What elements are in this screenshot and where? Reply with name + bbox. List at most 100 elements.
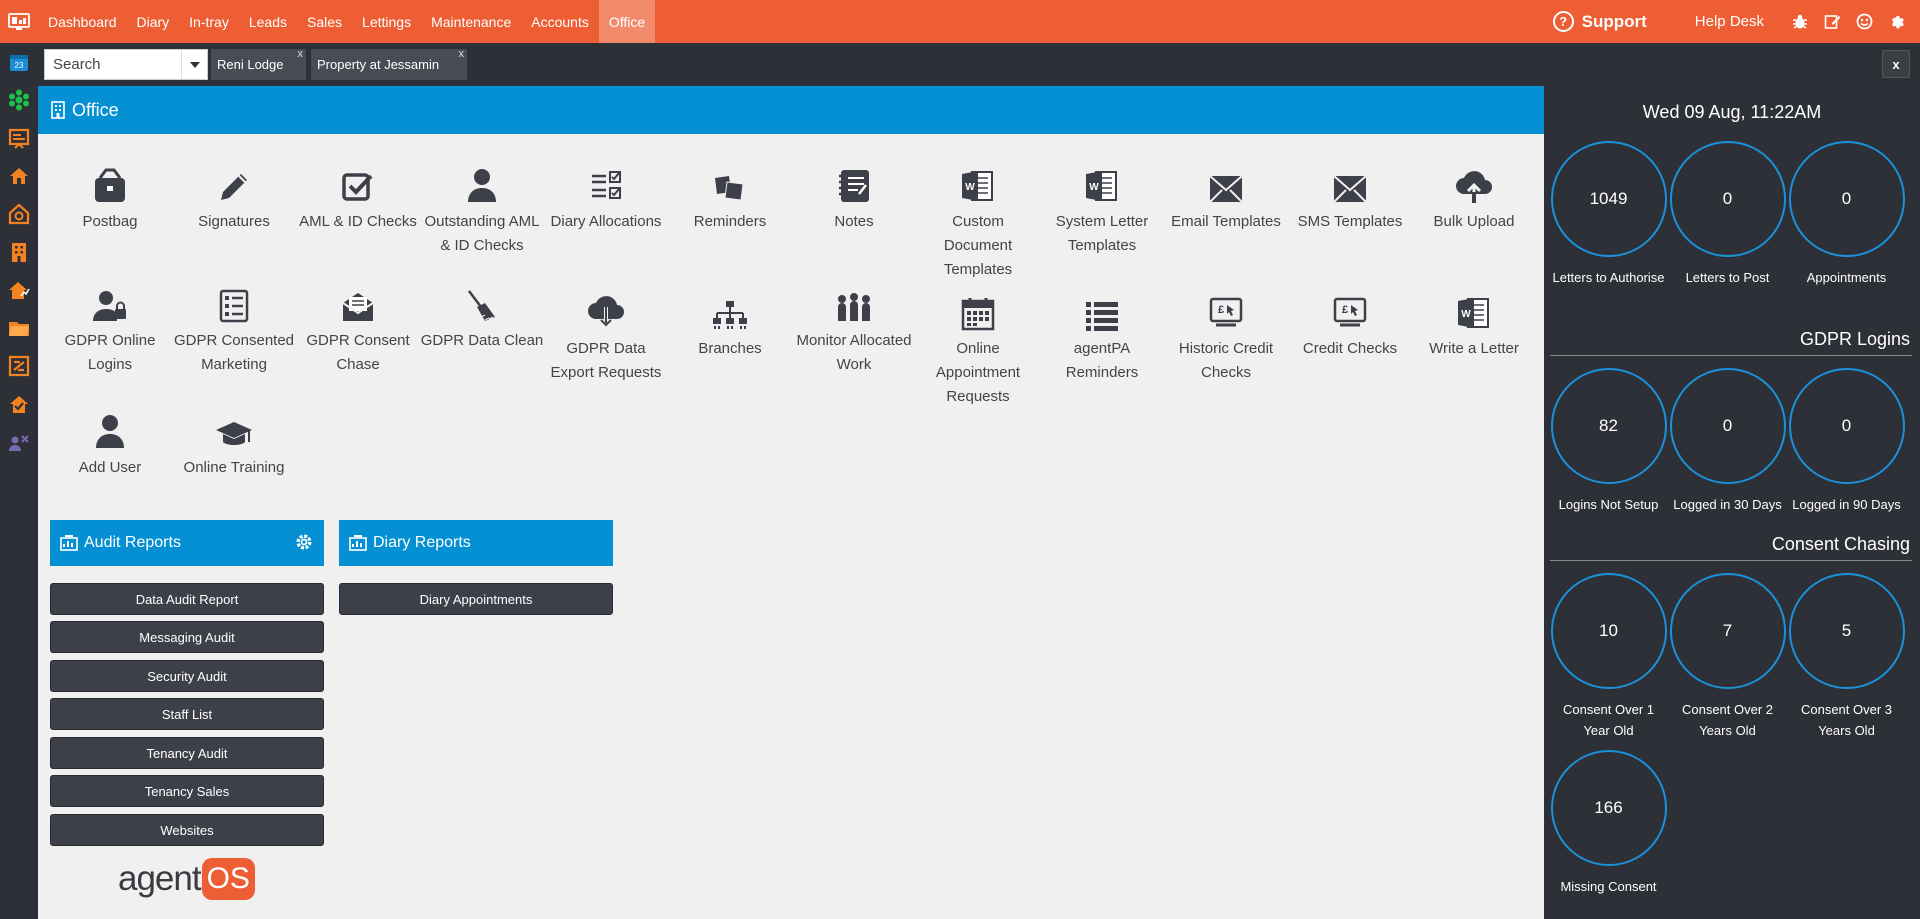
stat-appointments[interactable]: 0 Appointments	[1787, 141, 1906, 288]
tab-property-at-jessamin[interactable]: Property at Jessamin x	[311, 48, 467, 80]
presentation-icon[interactable]	[0, 119, 38, 157]
stat-logins-not-setup[interactable]: 82 Logins Not Setup	[1549, 368, 1668, 515]
settings-gear-icon[interactable]	[1880, 0, 1912, 43]
stat-consent-over-1-year[interactable]: 10 Consent Over 1 Year Old	[1549, 573, 1668, 741]
close-all-tabs-button[interactable]: x	[1882, 50, 1910, 78]
nav-lettings[interactable]: Lettings	[352, 0, 421, 43]
nav-diary[interactable]: Diary	[127, 0, 180, 43]
tile-gdpr-data-clean[interactable]: GDPR Data Clean	[420, 277, 544, 353]
stat-consent-over-2-years[interactable]: 7 Consent Over 2 Years Old	[1668, 573, 1787, 741]
molecule-icon[interactable]	[0, 81, 38, 119]
data-audit-report-button[interactable]: Data Audit Report	[50, 583, 324, 615]
tile-agentpa-reminders[interactable]: agentPA Reminders	[1040, 277, 1164, 385]
tile-gdpr-consented-marketing[interactable]: GDPR Consented Marketing	[172, 277, 296, 377]
divider	[1550, 355, 1912, 356]
tenancy-audit-button[interactable]: Tenancy Audit	[50, 737, 324, 769]
tile-historic-credit-checks[interactable]: £ Historic Credit Checks	[1164, 277, 1288, 385]
tab-close-icon[interactable]: x	[459, 48, 465, 60]
tile-email-templates[interactable]: Email Templates	[1164, 158, 1288, 234]
users-tools-icon[interactable]	[0, 423, 38, 461]
search-dropdown[interactable]: Search	[44, 49, 208, 80]
tile-gdpr-online-logins[interactable]: GDPR Online Logins	[48, 277, 172, 377]
house-search-icon[interactable]	[0, 195, 38, 233]
cloud-download-icon	[544, 277, 668, 331]
tile-sms-templates[interactable]: SMS Templates	[1288, 158, 1412, 234]
tile-custom-document-templates[interactable]: W Custom Document Templates	[916, 158, 1040, 282]
tile-system-letter-templates[interactable]: W System Letter Templates	[1040, 158, 1164, 258]
tile-notes[interactable]: Notes	[792, 158, 916, 234]
user-lock-icon	[48, 277, 172, 323]
stat-letters-to-authorise[interactable]: 1049 Letters to Authorise	[1549, 141, 1668, 288]
building-icon	[50, 101, 66, 119]
websites-button[interactable]: Websites	[50, 814, 324, 846]
tile-bulk-upload[interactable]: Bulk Upload	[1412, 158, 1536, 234]
help-desk-link[interactable]: Help Desk	[1695, 13, 1764, 30]
app-logo-icon[interactable]	[0, 0, 38, 43]
tile-reminders[interactable]: Reminders	[668, 158, 792, 234]
tile-outstanding-aml[interactable]: Outstanding AML & ID Checks	[420, 158, 544, 258]
tile-postbag[interactable]: Postbag	[48, 158, 172, 234]
bug-icon[interactable]	[1784, 0, 1816, 43]
diary-reports-panel: Diary Reports	[339, 520, 613, 566]
tab-label: Reni Lodge	[217, 57, 284, 72]
nav-office[interactable]: Office	[598, 0, 656, 43]
edit-icon[interactable]	[1816, 0, 1848, 43]
graduation-cap-icon	[172, 404, 296, 450]
stat-logged-in-30-days[interactable]: 0 Logged in 30 Days	[1668, 368, 1787, 515]
sync-icon[interactable]	[0, 347, 38, 385]
list-check-icon	[172, 277, 296, 323]
house-icon[interactable]	[0, 157, 38, 195]
open-tabs-bar: Search Reni Lodge x Property at Jessamin…	[38, 43, 1920, 86]
security-audit-button[interactable]: Security Audit	[50, 660, 324, 692]
stat-consent-over-3-years[interactable]: 5 Consent Over 3 Years Old	[1787, 573, 1906, 741]
question-icon: ?	[1552, 11, 1574, 32]
tile-branches[interactable]: Branches	[668, 277, 792, 361]
team-icon	[792, 277, 916, 323]
nav-dashboard[interactable]: Dashboard	[38, 0, 127, 43]
messaging-audit-button[interactable]: Messaging Audit	[50, 621, 324, 653]
stat-missing-consent[interactable]: 166 Missing Consent	[1549, 750, 1668, 897]
svg-text:W: W	[1461, 309, 1471, 320]
tab-close-icon[interactable]: x	[298, 48, 304, 60]
tile-monitor-allocated-work[interactable]: Monitor Allocated Work	[792, 277, 916, 377]
tile-signatures[interactable]: Signatures	[172, 158, 296, 234]
tile-add-user[interactable]: Add User	[48, 404, 172, 480]
stat-letters-to-post[interactable]: 0 Letters to Post	[1668, 141, 1787, 288]
divider	[1550, 560, 1912, 561]
nav-maintenance[interactable]: Maintenance	[421, 0, 521, 43]
office-main-panel: Office Postbag Signatures AML & ID Check…	[38, 86, 1544, 919]
smiley-icon[interactable]	[1848, 0, 1880, 43]
nav-in-tray[interactable]: In-tray	[179, 0, 239, 43]
gdpr-logins-heading: GDPR Logins	[1799, 329, 1910, 349]
nav-sales[interactable]: Sales	[297, 0, 352, 43]
tile-gdpr-data-export[interactable]: GDPR Data Export Requests	[544, 277, 668, 385]
support-link[interactable]: ? Support	[1552, 11, 1647, 32]
tile-aml-id-checks[interactable]: AML & ID Checks	[296, 158, 420, 234]
user-icon	[420, 158, 544, 204]
nav-accounts[interactable]: Accounts	[521, 0, 599, 43]
staff-list-button[interactable]: Staff List	[50, 698, 324, 730]
house-check-icon[interactable]	[0, 385, 38, 423]
calendar-grid-icon	[916, 277, 1040, 331]
gear-icon[interactable]	[294, 532, 314, 557]
svg-text:£: £	[1342, 304, 1348, 316]
diary-appointments-button[interactable]: Diary Appointments	[339, 583, 613, 615]
tile-credit-checks[interactable]: £ Credit Checks	[1288, 277, 1412, 361]
tile-diary-allocations[interactable]: Diary Allocations	[544, 158, 668, 234]
chevron-down-icon[interactable]	[181, 50, 207, 79]
tile-online-appointment-requests[interactable]: Online Appointment Requests	[916, 277, 1040, 409]
tenancy-sales-button[interactable]: Tenancy Sales	[50, 775, 324, 807]
tab-reni-lodge[interactable]: Reni Lodge x	[211, 48, 306, 80]
folder-icon[interactable]	[0, 309, 38, 347]
tile-write-a-letter[interactable]: W Write a Letter	[1412, 277, 1536, 361]
nav-leads[interactable]: Leads	[239, 0, 297, 43]
tile-online-training[interactable]: Online Training	[172, 404, 296, 480]
search-input[interactable]: Search	[45, 56, 181, 73]
word-doc-icon: W	[1412, 277, 1536, 331]
building-icon[interactable]	[0, 233, 38, 271]
tile-gdpr-consent-chase[interactable]: GDPR Consent Chase	[296, 277, 420, 377]
house-chart-icon[interactable]	[0, 271, 38, 309]
calendar-icon[interactable]: 23	[0, 43, 38, 81]
stat-logged-in-90-days[interactable]: 0 Logged in 90 Days	[1787, 368, 1906, 515]
hierarchy-icon	[668, 277, 792, 331]
